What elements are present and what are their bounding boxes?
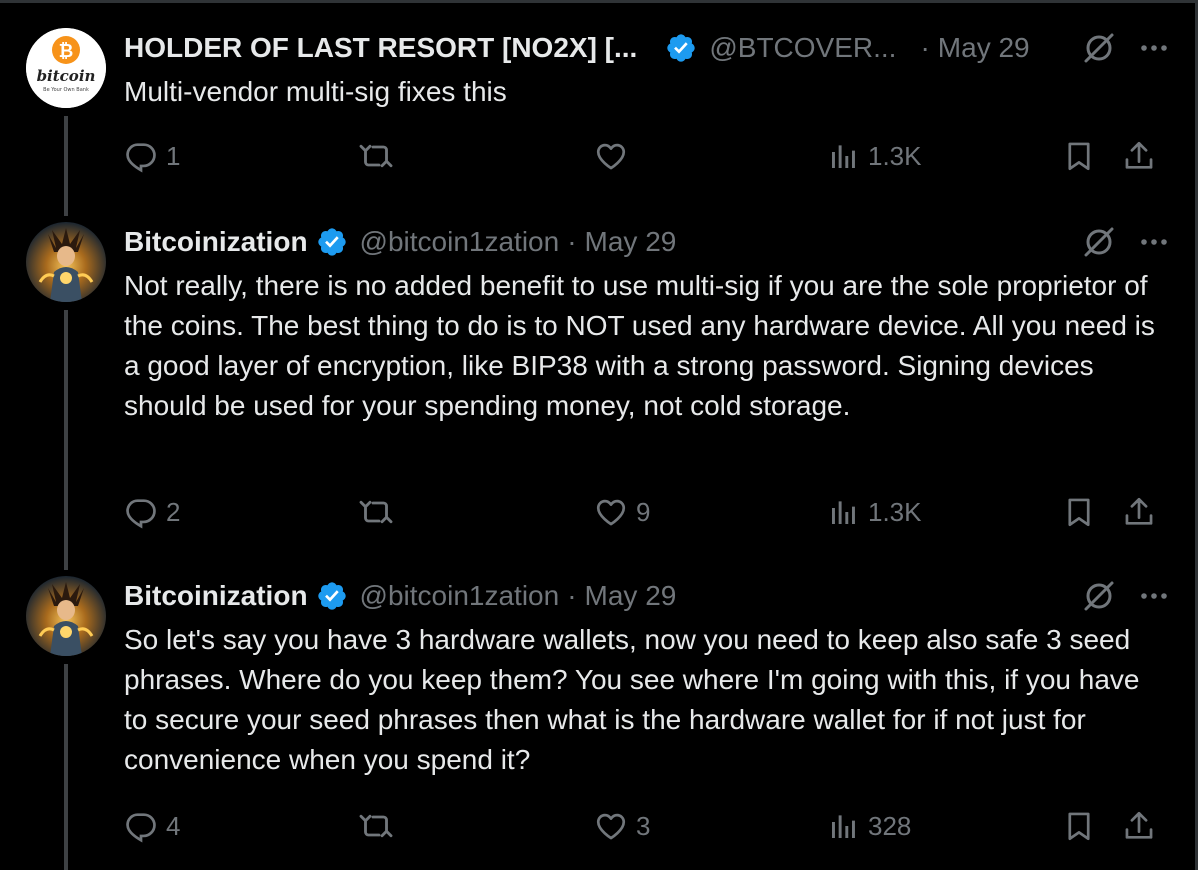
share-icon (1125, 497, 1153, 525)
reply-count: 2 (166, 496, 181, 527)
anime-avatar-icon (26, 222, 106, 302)
reply-button[interactable]: 4 (124, 806, 180, 846)
reply-button[interactable]: 2 (124, 492, 180, 532)
avatar-logo-subtext: Be Your Own Bank (43, 87, 89, 93)
author-handle[interactable]: @bitcoin1zation (360, 226, 560, 258)
author-handle[interactable]: @BTCOVER... (709, 32, 896, 64)
tweet-actions: 1 1.3K (124, 136, 1158, 176)
bookmark-icon (1068, 498, 1090, 527)
share-button[interactable] (1122, 136, 1156, 176)
views-icon (832, 145, 855, 168)
views-button[interactable]: 1.3K (828, 492, 922, 532)
more-icon[interactable] (1138, 32, 1170, 64)
grok-icon[interactable] (1082, 579, 1116, 613)
tweet-text: Multi-vendor multi-sig fixes this (124, 76, 507, 107)
like-count: 3 (636, 810, 651, 841)
reply-count: 4 (166, 810, 181, 841)
tweet-actions: 4 3 328 (124, 806, 1158, 846)
avatar[interactable] (26, 222, 106, 302)
author-name[interactable]: HOLDER OF LAST RESORT [NO2X] [... (124, 32, 637, 64)
like-count: 9 (636, 496, 651, 527)
separator-dot: · (567, 226, 577, 257)
reply-icon (126, 499, 156, 529)
like-button[interactable]: 3 (594, 806, 650, 846)
anime-avatar-icon (26, 576, 106, 656)
repost-button[interactable] (358, 806, 402, 846)
grok-icon[interactable] (1082, 31, 1116, 65)
tweet-header: Bitcoinization @bitcoin1zation · May 29 (124, 220, 1170, 264)
views-button[interactable]: 1.3K (828, 136, 922, 176)
tweet-actions: 2 9 1.3K (124, 492, 1158, 532)
tweet-text: So let's say you have 3 hardware wallets… (124, 624, 1140, 775)
avatar[interactable] (26, 576, 106, 656)
like-button[interactable]: 9 (594, 492, 650, 532)
share-button[interactable] (1122, 806, 1156, 846)
views-count: 1.3K (868, 140, 922, 171)
share-icon (1125, 811, 1153, 839)
bookmark-button[interactable] (1062, 806, 1096, 846)
like-icon (596, 143, 626, 170)
verified-badge-icon[interactable] (316, 226, 348, 258)
like-icon (596, 813, 626, 840)
bookmark-button[interactable] (1062, 492, 1096, 532)
repost-icon (359, 144, 393, 168)
repost-button[interactable] (358, 136, 402, 176)
author-name[interactable]: Bitcoinization (124, 580, 308, 612)
tweet-header: Bitcoinization @bitcoin1zation · May 29 (124, 574, 1170, 618)
separator-dot: · (920, 32, 930, 63)
tweet-date[interactable]: May 29 (938, 32, 1030, 64)
tweet[interactable]: Bitcoinization @bitcoin1zation · May 29 … (0, 200, 1198, 560)
separator-dot: · (567, 580, 577, 611)
views-button[interactable]: 328 (828, 806, 911, 846)
more-icon[interactable] (1138, 226, 1170, 258)
tweet[interactable]: Bitcoinization @bitcoin1zation · May 29 … (0, 560, 1198, 870)
views-icon (832, 815, 855, 838)
share-button[interactable] (1122, 492, 1156, 532)
tweet-date[interactable]: May 29 (585, 226, 677, 258)
grok-icon[interactable] (1082, 225, 1116, 259)
reply-icon (126, 813, 156, 843)
tweet[interactable]: ₿ bitcoin Be Your Own Bank HOLDER OF LAS… (0, 0, 1198, 200)
verified-badge-icon[interactable] (665, 32, 697, 64)
author-name[interactable]: Bitcoinization (124, 226, 308, 258)
avatar[interactable]: ₿ bitcoin Be Your Own Bank (26, 28, 106, 108)
reply-count: 1 (166, 140, 181, 171)
bookmark-icon (1068, 142, 1090, 171)
reply-icon (126, 143, 156, 173)
bookmark-icon (1068, 812, 1090, 841)
like-icon (596, 499, 626, 526)
repost-icon (359, 500, 393, 524)
views-count: 1.3K (868, 496, 922, 527)
verified-badge-icon[interactable] (316, 580, 348, 612)
tweet-text: Not really, there is no added benefit to… (124, 270, 1155, 421)
bitcoin-logo-icon: ₿ bitcoin Be Your Own Bank (26, 28, 106, 108)
reply-button[interactable]: 1 (124, 136, 180, 176)
svg-text:₿: ₿ (59, 41, 74, 62)
author-handle[interactable]: @bitcoin1zation (360, 580, 560, 612)
repost-icon (359, 814, 393, 838)
tweet-date[interactable]: May 29 (585, 580, 677, 612)
tweet-header: HOLDER OF LAST RESORT [NO2X] [... @BTCOV… (124, 26, 1170, 70)
views-icon (832, 501, 855, 524)
views-count: 328 (868, 810, 912, 841)
repost-button[interactable] (358, 492, 402, 532)
like-button[interactable] (594, 136, 636, 176)
avatar-logo-text: bitcoin (37, 67, 96, 85)
share-icon (1125, 141, 1153, 169)
bookmark-button[interactable] (1062, 136, 1096, 176)
more-icon[interactable] (1138, 580, 1170, 612)
